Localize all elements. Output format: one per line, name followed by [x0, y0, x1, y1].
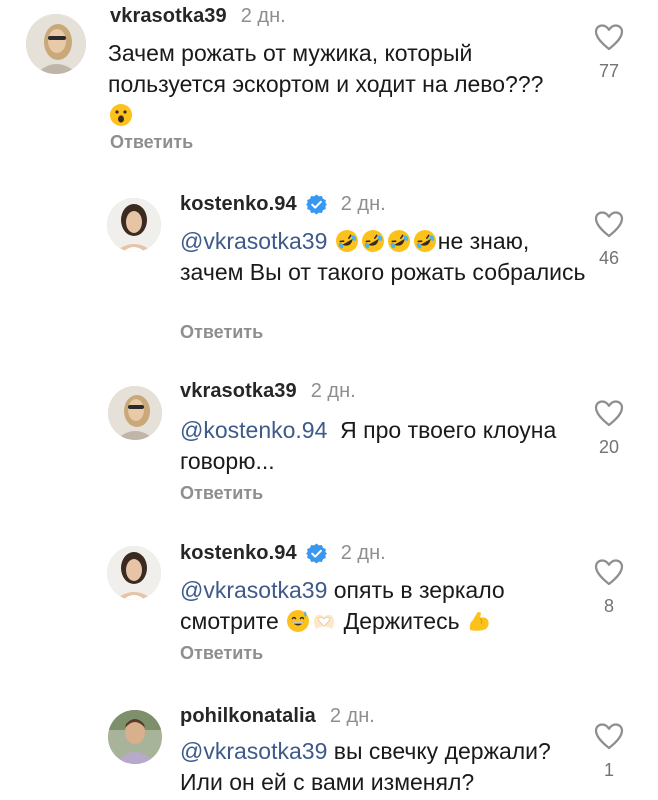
like-button[interactable]: 46	[589, 210, 629, 269]
avatar[interactable]	[107, 198, 161, 252]
comment-text: @vkrasotka39 опять в зеркало смотрите Де…	[180, 577, 505, 634]
username[interactable]: vkrasotka39	[110, 5, 227, 28]
reply-button[interactable]: Ответить	[110, 132, 193, 153]
avatar[interactable]	[26, 14, 86, 74]
avatar[interactable]	[108, 386, 162, 440]
mention-link[interactable]: @vkrasotka39	[180, 228, 327, 254]
flexed-biceps-icon	[467, 609, 491, 633]
rolling-on-floor-laughing-icon	[387, 229, 411, 253]
username[interactable]: pohilkonatalia	[180, 705, 316, 728]
timestamp: 2 дн.	[340, 193, 386, 215]
heart-icon	[594, 559, 624, 586]
verified-badge-icon	[305, 543, 327, 564]
comment-text: @vkrasotka39 не знаю, зачем Вы от такого…	[180, 226, 590, 288]
rolling-on-floor-laughing-icon	[335, 229, 359, 253]
heart-hands-icon	[312, 609, 336, 633]
heart-icon	[594, 400, 624, 427]
mention-link[interactable]: @vkrasotka39	[180, 577, 327, 603]
avatar[interactable]	[108, 710, 162, 764]
like-button[interactable]: 77	[589, 23, 629, 82]
timestamp: 2 дн.	[329, 705, 375, 727]
face-with-open-mouth-icon	[109, 103, 133, 127]
reply-button[interactable]: Ответить	[180, 322, 263, 343]
mention-link[interactable]: @kostenko.94	[180, 417, 327, 443]
like-count: 8	[603, 596, 614, 616]
rolling-on-floor-laughing-icon	[361, 229, 385, 253]
reply-button[interactable]: Ответить	[180, 643, 263, 664]
heart-icon	[594, 24, 624, 51]
heart-icon	[594, 723, 624, 750]
grinning-sweat-icon	[286, 609, 310, 633]
username[interactable]: kostenko.94	[180, 193, 297, 216]
timestamp: 2 дн.	[240, 5, 286, 27]
heart-icon	[594, 211, 624, 238]
reply-button[interactable]: Ответить	[180, 483, 263, 504]
like-count: 20	[598, 437, 620, 457]
like-button[interactable]: 1	[589, 722, 629, 781]
timestamp: 2 дн.	[340, 542, 386, 564]
comment-text: Зачем рожать от мужика, который пользует…	[108, 38, 578, 131]
like-count: 1	[603, 760, 614, 780]
username[interactable]: vkrasotka39	[180, 380, 297, 403]
timestamp: 2 дн.	[310, 380, 356, 402]
like-button[interactable]: 8	[589, 558, 629, 617]
like-count: 77	[598, 61, 620, 81]
verified-badge-icon	[305, 194, 327, 215]
comment-text: @kostenko.94 Я про твоего клоуна говорю.…	[180, 417, 557, 474]
rolling-on-floor-laughing-icon	[413, 229, 437, 253]
like-count: 46	[598, 248, 620, 268]
mention-link[interactable]: @vkrasotka39	[180, 738, 327, 764]
avatar[interactable]	[107, 546, 161, 600]
username[interactable]: kostenko.94	[180, 542, 297, 565]
comment-text: @vkrasotka39 вы свечку держали? Или он е…	[180, 738, 551, 795]
like-button[interactable]: 20	[589, 399, 629, 458]
